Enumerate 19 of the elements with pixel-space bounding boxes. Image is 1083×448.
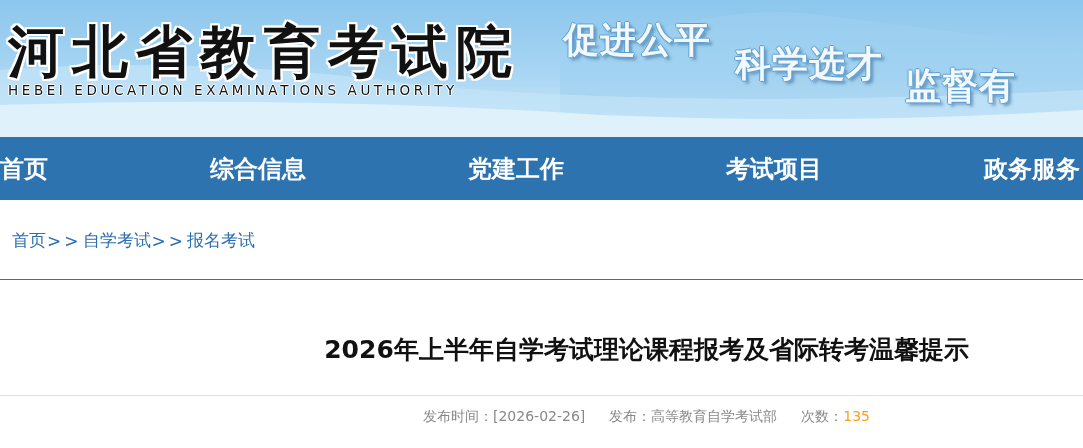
nav-link[interactable]: 政务服务 [984,152,1080,185]
nav-link[interactable]: 首页 [0,152,48,185]
breadcrumb-link[interactable]: 自学考试 [82,229,151,252]
breadcrumb-link[interactable]: 首页 [12,229,46,252]
meta-text: 发布时间：[2026-02-26] [423,408,586,426]
logo-title: 河北省教育考试院 [8,22,521,82]
nav-link[interactable]: 综合信息 [210,152,306,185]
breadcrumb-separator: >> [47,230,82,251]
breadcrumb-separator: >> [151,230,186,251]
breadcrumb-link[interactable]: 报名考试 [187,229,255,252]
nav-link[interactable]: 考试项目 [726,152,822,185]
nav-link[interactable]: 党建工作 [468,152,564,185]
banner-slogan: 促进公平 [563,18,711,62]
meta-text: 发布：高等教育自学考试部 [609,408,778,426]
banner-slogan: 科学选才 [735,42,883,86]
view-count: 次数：135 [801,408,870,426]
logo-subtitle: HEBEI EDUCATION EXAMINATIONS AUTHORITY [8,82,459,98]
article-title: 2026年上半年自学考试理论课程报考及省际转考温馨提示 [323,334,970,366]
banner-slogan: 监督有 [905,64,1016,108]
